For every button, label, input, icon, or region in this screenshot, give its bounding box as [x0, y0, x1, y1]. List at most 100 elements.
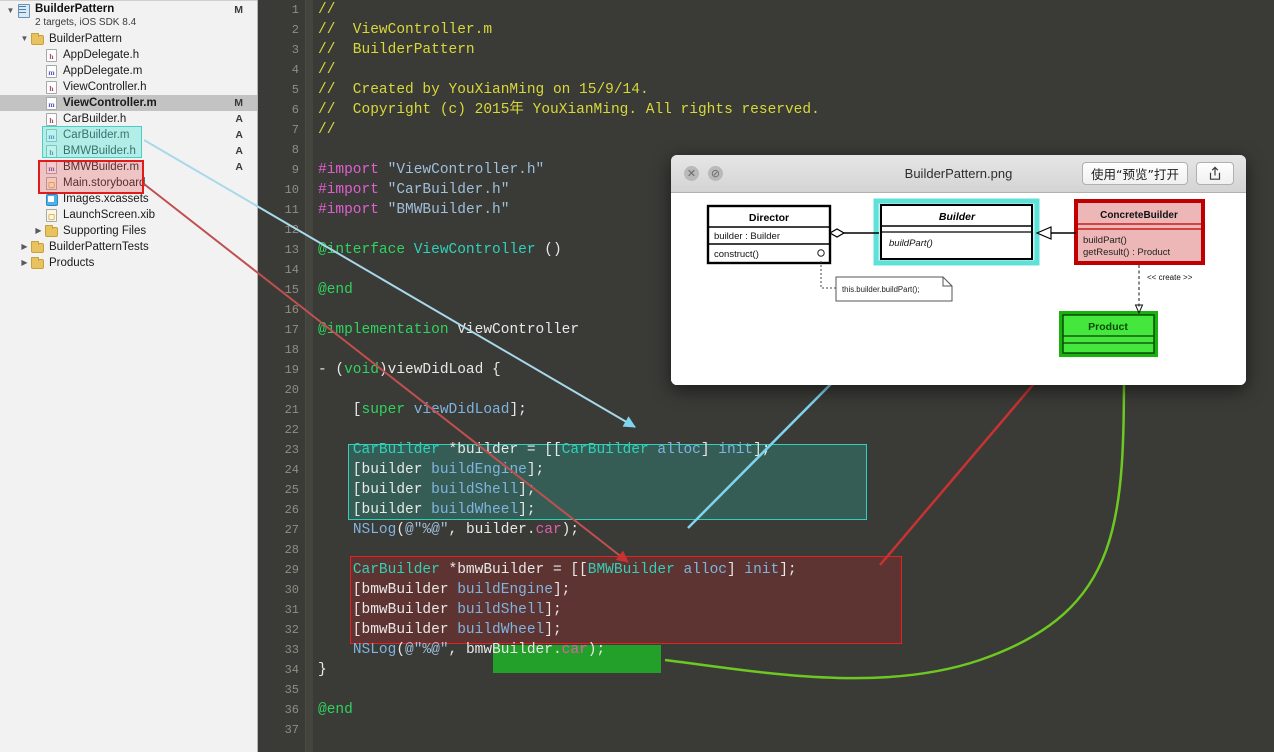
chevron-down-icon[interactable]: ▼ — [4, 3, 17, 19]
code-token: car — [535, 522, 562, 538]
uml-note: this.builder.buildPart(); — [835, 276, 953, 302]
code-token: buildWheel — [431, 502, 519, 518]
code-line[interactable]: @end — [318, 700, 353, 720]
navigator-item-builderpatterntests[interactable]: ▶ BuilderPatternTests — [0, 239, 257, 255]
line-number: 36 — [284, 703, 299, 717]
navigator-item-images-xcassets[interactable]: ▸ Images.xcassets — [0, 191, 257, 207]
code-token: CarBuilder — [352, 562, 440, 578]
navigator-item-label: LaunchScreen.xib — [63, 209, 156, 221]
code-line[interactable]: CarBuilder *builder = [[CarBuilder alloc… — [318, 440, 771, 460]
navigator-item-label: CarBuilder.h — [63, 113, 127, 125]
line-number-gutter: 1 2 3 4 5 6 7 8 9 10 11 12 13 14 15 16 17 18 19 20 21 22 23 24 2… — [258, 0, 305, 752]
navigator-item-label: ViewController.h — [63, 81, 147, 93]
navigator-item-label: Products — [49, 257, 95, 269]
code-line[interactable]: [bmwBuilder buildShell]; — [318, 600, 562, 620]
code-line[interactable]: @end — [318, 280, 353, 300]
code-line[interactable]: } — [318, 660, 327, 680]
line-number: 37 — [284, 723, 299, 737]
method-file-icon: m — [45, 128, 59, 142]
code-line[interactable]: // — [318, 0, 335, 20]
line-number: 4 — [291, 63, 299, 77]
code-line[interactable]: // Created by YouXianMing on 15/9/14. — [318, 80, 649, 100]
code-line[interactable]: // — [318, 60, 335, 80]
uml-concretebuilder-op1: buildPart() — [1083, 235, 1127, 246]
line-number: 34 — [284, 663, 299, 677]
chevron-right-icon[interactable]: ▶ — [18, 255, 31, 271]
code-token: @implementation — [318, 322, 449, 338]
uml-note-connector — [820, 261, 836, 289]
navigator-item-builderpattern[interactable]: ▼ BuilderPattern — [0, 31, 257, 47]
quicklook-preview-window[interactable]: ✕ ⊘ BuilderPattern.png 使用“预览”打开 Director… — [671, 155, 1246, 385]
code-line[interactable]: NSLog(@"%@", builder.car); — [318, 520, 579, 540]
code-line[interactable]: [builder buildWheel]; — [318, 500, 536, 520]
uml-builder-name: Builder — [939, 211, 976, 223]
chevron-right-icon[interactable]: ▶ — [18, 239, 31, 255]
code-line[interactable]: // — [318, 120, 335, 140]
code-line[interactable]: #import "ViewController.h" — [318, 160, 544, 180]
line-number: 9 — [291, 163, 299, 177]
code-line[interactable]: [builder buildShell]; — [318, 480, 536, 500]
storyboard-icon: ▢ — [45, 176, 59, 190]
chevron-right-icon: ▸ — [32, 95, 45, 111]
code-folding-ribbon[interactable] — [306, 0, 313, 752]
uml-class-diagram: Director builder : Builder construct() B… — [706, 198, 1205, 357]
line-number: 19 — [284, 363, 299, 377]
line-number: 15 — [284, 283, 299, 297]
code-token: buildShell — [431, 482, 519, 498]
navigator-item-label: BuilderPattern — [49, 33, 122, 45]
close-icon[interactable]: ✕ — [684, 166, 699, 181]
code-line[interactable]: #import "CarBuilder.h" — [318, 180, 509, 200]
share-button[interactable] — [1196, 162, 1234, 185]
line-number: 24 — [284, 463, 299, 477]
uml-director-attr: builder : Builder — [714, 231, 780, 242]
navigator-item-launchscreen-xib[interactable]: ▸▢ LaunchScreen.xib — [0, 207, 257, 223]
code-line[interactable]: CarBuilder *bmwBuilder = [[BMWBuilder al… — [318, 560, 797, 580]
code-line[interactable]: // BuilderPattern — [318, 40, 475, 60]
navigator-item-carbuilder-h[interactable]: ▸h CarBuilder.h A — [0, 111, 257, 127]
line-number: 5 — [291, 83, 299, 97]
quicklook-titlebar[interactable]: ✕ ⊘ BuilderPattern.png 使用“预览”打开 — [671, 155, 1246, 193]
navigator-project-row[interactable]: ▼ BuilderPattern 2 targets, iOS SDK 8.4 … — [0, 0, 257, 30]
code-line[interactable]: #import "BMWBuilder.h" — [318, 200, 509, 220]
chevron-right-icon[interactable]: ▶ — [32, 223, 45, 239]
navigator-item-viewcontroller-h[interactable]: ▸h ViewController.h — [0, 79, 257, 95]
code-line[interactable]: [builder buildEngine]; — [318, 460, 544, 480]
navigator-item-bmwbuilder-h[interactable]: ▸h BMWBuilder.h A — [0, 143, 257, 159]
code-line[interactable]: @implementation ViewController — [318, 320, 579, 340]
navigator-item-bmwbuilder-m[interactable]: ▸m BMWBuilder.m A — [0, 159, 257, 175]
chevron-right-icon: ▸ — [32, 159, 45, 175]
code-line[interactable]: // ViewController.m — [318, 20, 492, 40]
code-line[interactable]: // Copyright (c) 2015年 YouXianMing. All … — [318, 100, 820, 120]
code-line[interactable]: [bmwBuilder buildWheel]; — [318, 620, 562, 640]
navigator-item-viewcontroller-m[interactable]: ▸m ViewController.m M — [0, 95, 257, 111]
project-navigator[interactable]: ▼ BuilderPattern 2 targets, iOS SDK 8.4 … — [0, 0, 258, 752]
navigator-item-products[interactable]: ▶ Products — [0, 255, 257, 271]
navigator-item-carbuilder-m[interactable]: ▸m CarBuilder.m A — [0, 127, 257, 143]
chevron-down-icon[interactable]: ▼ — [18, 31, 31, 47]
line-number: 7 — [291, 123, 299, 137]
xib-icon: ▢ — [45, 208, 59, 222]
chevron-right-icon: ▸ — [32, 127, 45, 143]
line-number: 25 — [284, 483, 299, 497]
code-line[interactable]: [bmwBuilder buildEngine]; — [318, 580, 571, 600]
line-number: 1 — [291, 3, 299, 17]
code-line[interactable]: @interface ViewController () — [318, 240, 562, 260]
navigator-item-main-storyboard[interactable]: ▸▢ Main.storyboard — [0, 175, 257, 191]
scm-status-badge: A — [235, 113, 243, 125]
no-fullscreen-icon[interactable]: ⊘ — [708, 166, 723, 181]
navigator-item-supporting-files[interactable]: ▶ Supporting Files — [0, 223, 257, 239]
line-number: 10 — [284, 183, 299, 197]
code-token: ]; — [518, 502, 536, 518]
navigator-item-label: Supporting Files — [63, 225, 147, 237]
navigator-item-appdelegate-h[interactable]: ▸h AppDelegate.h — [0, 47, 257, 63]
code-token: [bmwBuilder — [318, 582, 458, 598]
navigator-item-appdelegate-m[interactable]: ▸m AppDelegate.m — [0, 63, 257, 79]
code-line[interactable]: NSLog(@"%@", bmwBuilder.car); — [318, 640, 605, 660]
open-with-preview-button[interactable]: 使用“预览”打开 — [1082, 162, 1188, 185]
code-token: [bmwBuilder — [318, 602, 458, 618]
code-line[interactable]: - (void)viewDidLoad { — [318, 360, 501, 380]
method-file-icon: m — [45, 160, 59, 174]
code-line[interactable]: [super viewDidLoad]; — [318, 400, 527, 420]
line-number: 20 — [284, 383, 299, 397]
